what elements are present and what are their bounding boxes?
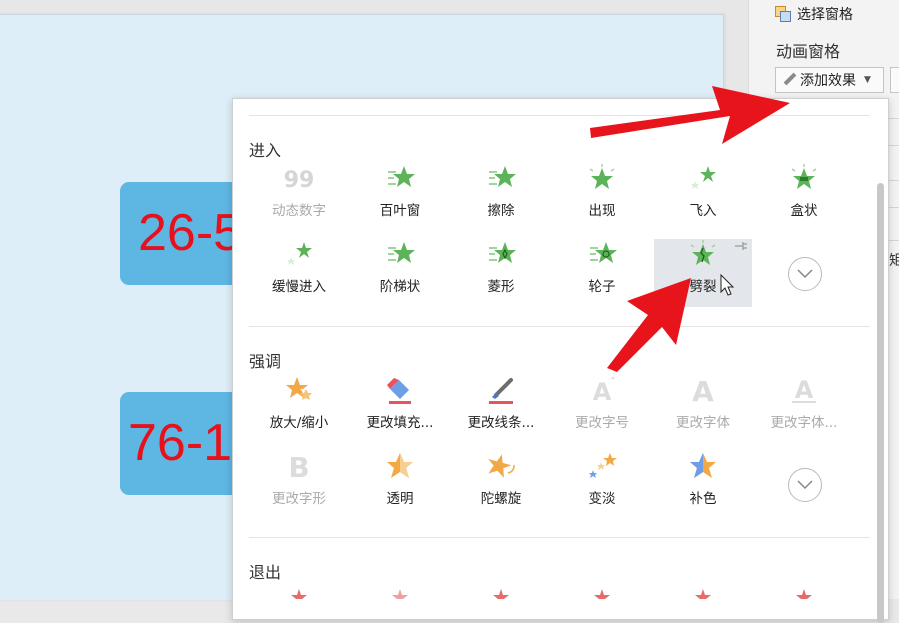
divider [249,115,870,116]
select-pane-button[interactable]: 选择窗格 [775,4,853,24]
divider [249,326,870,327]
effect-label: 更改字形 [272,491,326,507]
emphasis-more-button[interactable] [788,468,822,502]
chevron-down-icon [797,480,813,490]
effect-change-font-size[interactable]: A 更改字号 [553,375,651,443]
effect-label: 擦除 [487,203,515,219]
effect-label: 放大/缩小 [269,415,329,431]
effect-change-line[interactable]: 更改线条... [452,375,550,443]
effect-label: 动态数字 [272,203,326,219]
effect-label: 劈裂 [689,279,717,295]
star-box-icon [791,164,817,189]
effect-transparent[interactable]: 透明 [351,451,449,519]
svg-text:A: A [692,375,714,405]
effect-change-font-style[interactable]: B 更改字形 [250,451,348,519]
effect-fly-in[interactable]: 飞入 [654,163,752,231]
effect-diamond[interactable]: 菱形 [452,239,550,307]
svg-text:A: A [593,378,612,405]
effect-label: 变淡 [588,491,616,507]
font-a-icon: A [692,375,714,405]
star-split-icon [690,240,716,265]
effect-label: 菱形 [487,279,515,295]
effect-label: 更改填充... [366,415,434,431]
effect-dynamic-number[interactable]: 99 动态数字 [250,163,348,231]
add-effect-label: 添加效果 [800,73,856,89]
effect-steps[interactable]: 阶梯状 [351,239,449,307]
select-pane-label: 选择窗格 [797,7,853,23]
effect-slow-in[interactable]: 缓慢进入 [250,239,348,307]
section-title-emphasis: 强调 [249,352,282,371]
exit-effects-row-icons [291,589,812,599]
animation-pane-title: 动画窗格 [776,42,841,61]
star-wheel-icon [590,242,617,263]
effect-label: 透明 [386,491,414,507]
effect-label: 更改字体 [676,415,730,431]
star-complement-icon [690,453,716,478]
svg-text:A: A [795,376,814,404]
section-title-entrance: 进入 [249,141,282,160]
star-grow-icon [286,377,312,400]
star-diamond-icon [489,242,516,263]
svg-text:99: 99 [284,168,314,193]
chevron-down-icon [797,269,813,279]
effect-label: 出现 [588,203,616,219]
effect-split[interactable]: 劈裂 [654,239,752,307]
effect-label: 阶梯状 [379,279,421,295]
font-color-icon: A [792,376,816,404]
effect-label: 更改线条... [467,415,535,431]
star-transparent-icon [387,453,413,478]
add-effect-dropdown: 进入 99 动态数字 百叶窗 擦除 出现 飞入 盒状 缓慢进入 阶梯状 菱形 轮… [232,98,889,623]
effect-label: 飞入 [689,203,717,219]
section-title-exit: 退出 [249,563,282,582]
select-pane-icon [775,6,791,22]
line-brush-icon [489,378,513,404]
pencil-icon [782,73,796,87]
star-spin-icon [488,454,515,478]
effect-complement[interactable]: 补色 [654,451,752,519]
effect-appear[interactable]: 出现 [553,163,651,231]
star-fly-icon [691,166,716,189]
effect-label: 轮子 [588,279,616,295]
effect-box[interactable]: 盒状 [755,163,853,231]
divider [249,537,870,538]
effect-blinds[interactable]: 百叶窗 [351,163,449,231]
font-b-icon: B [288,451,309,481]
star-slow-icon [287,242,312,265]
effect-spin[interactable]: 陀螺旋 [452,451,550,519]
effect-label: 百叶窗 [379,203,421,219]
pin-icon[interactable] [734,241,748,251]
effect-change-font[interactable]: A 更改字体 [654,375,752,443]
star-steps-icon [388,242,415,263]
star-blinds-icon [388,166,415,187]
effect-label: 更改字号 [575,415,629,431]
effect-grow-shrink[interactable]: 放大/缩小 [250,375,348,443]
effect-label: 缓慢进入 [272,279,326,295]
effect-fade[interactable]: 变淡 [553,451,651,519]
number-99-icon: 99 [284,168,314,193]
effect-change-fill[interactable]: 更改填充... [351,375,449,443]
star-fade-icon [589,453,617,478]
effect-label: 补色 [689,491,717,507]
effect-label: 陀螺旋 [480,491,522,507]
pane-truncated-text: 矩 [889,253,899,269]
chevron-down-icon: ▼ [864,75,871,85]
star-appear-icon [589,164,615,189]
fill-bucket-icon [387,378,411,404]
pane-extra-button[interactable] [890,67,899,93]
effect-wheel[interactable]: 轮子 [553,239,651,307]
effect-label: 更改字体... [770,415,838,431]
star-wipe-icon [489,166,516,187]
gallery-scrollbar[interactable] [877,183,884,623]
font-size-icon: A [593,376,615,405]
effect-change-font-color[interactable]: A 更改字体... [755,375,853,443]
effect-label: 盒状 [790,203,818,219]
svg-text:B: B [288,451,309,481]
entrance-more-button[interactable] [788,257,822,291]
effect-wipe[interactable]: 擦除 [452,163,550,231]
add-effect-button[interactable]: 添加效果 ▼ [775,67,884,93]
